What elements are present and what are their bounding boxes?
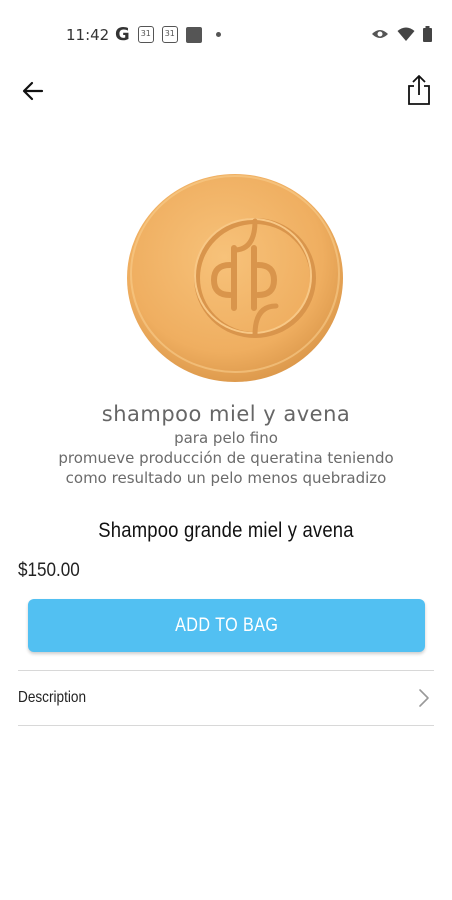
add-to-bag-button[interactable]: ADD TO BAG (28, 599, 425, 652)
status-icons-right (371, 26, 432, 42)
description-label: Description (18, 689, 87, 706)
battery-icon (423, 26, 432, 42)
status-icons-left: G 31 31 (115, 24, 221, 45)
promo-line: como resultado un pelo menos quebradizo (65, 469, 387, 487)
promo-line: promueve producción de queratina teniend… (58, 449, 394, 467)
wifi-icon (397, 27, 415, 41)
calendar-icon: 31 (137, 26, 154, 43)
top-bar (0, 70, 452, 110)
divider (18, 725, 434, 726)
promo-block: shampoo miel y avena para pelo fino prom… (0, 400, 452, 488)
notification-dot-icon (215, 32, 221, 37)
promo-line: para pelo fino (174, 429, 278, 447)
divider (18, 670, 434, 671)
status-bar: 11:42 G 31 31 (0, 0, 452, 70)
promo-title: shampoo miel y avena (101, 402, 351, 426)
chevron-right-icon (416, 688, 432, 708)
product-price: $150.00 (18, 560, 80, 581)
description-row[interactable]: Description (18, 672, 434, 724)
back-button[interactable] (16, 76, 50, 106)
add-to-bag-label: ADD TO BAG (174, 614, 279, 636)
google-g-icon: G (115, 24, 130, 45)
eye-icon (372, 30, 388, 38)
status-time: 11:42 (66, 26, 110, 44)
share-icon (408, 75, 430, 105)
share-button[interactable] (402, 72, 436, 108)
arrow-left-icon (22, 81, 44, 101)
product-name: Shampoo grande miel y avena (98, 519, 354, 542)
soap-bar-image (127, 174, 343, 382)
app-square-icon (185, 26, 202, 43)
calendar-icon: 31 (161, 26, 178, 43)
